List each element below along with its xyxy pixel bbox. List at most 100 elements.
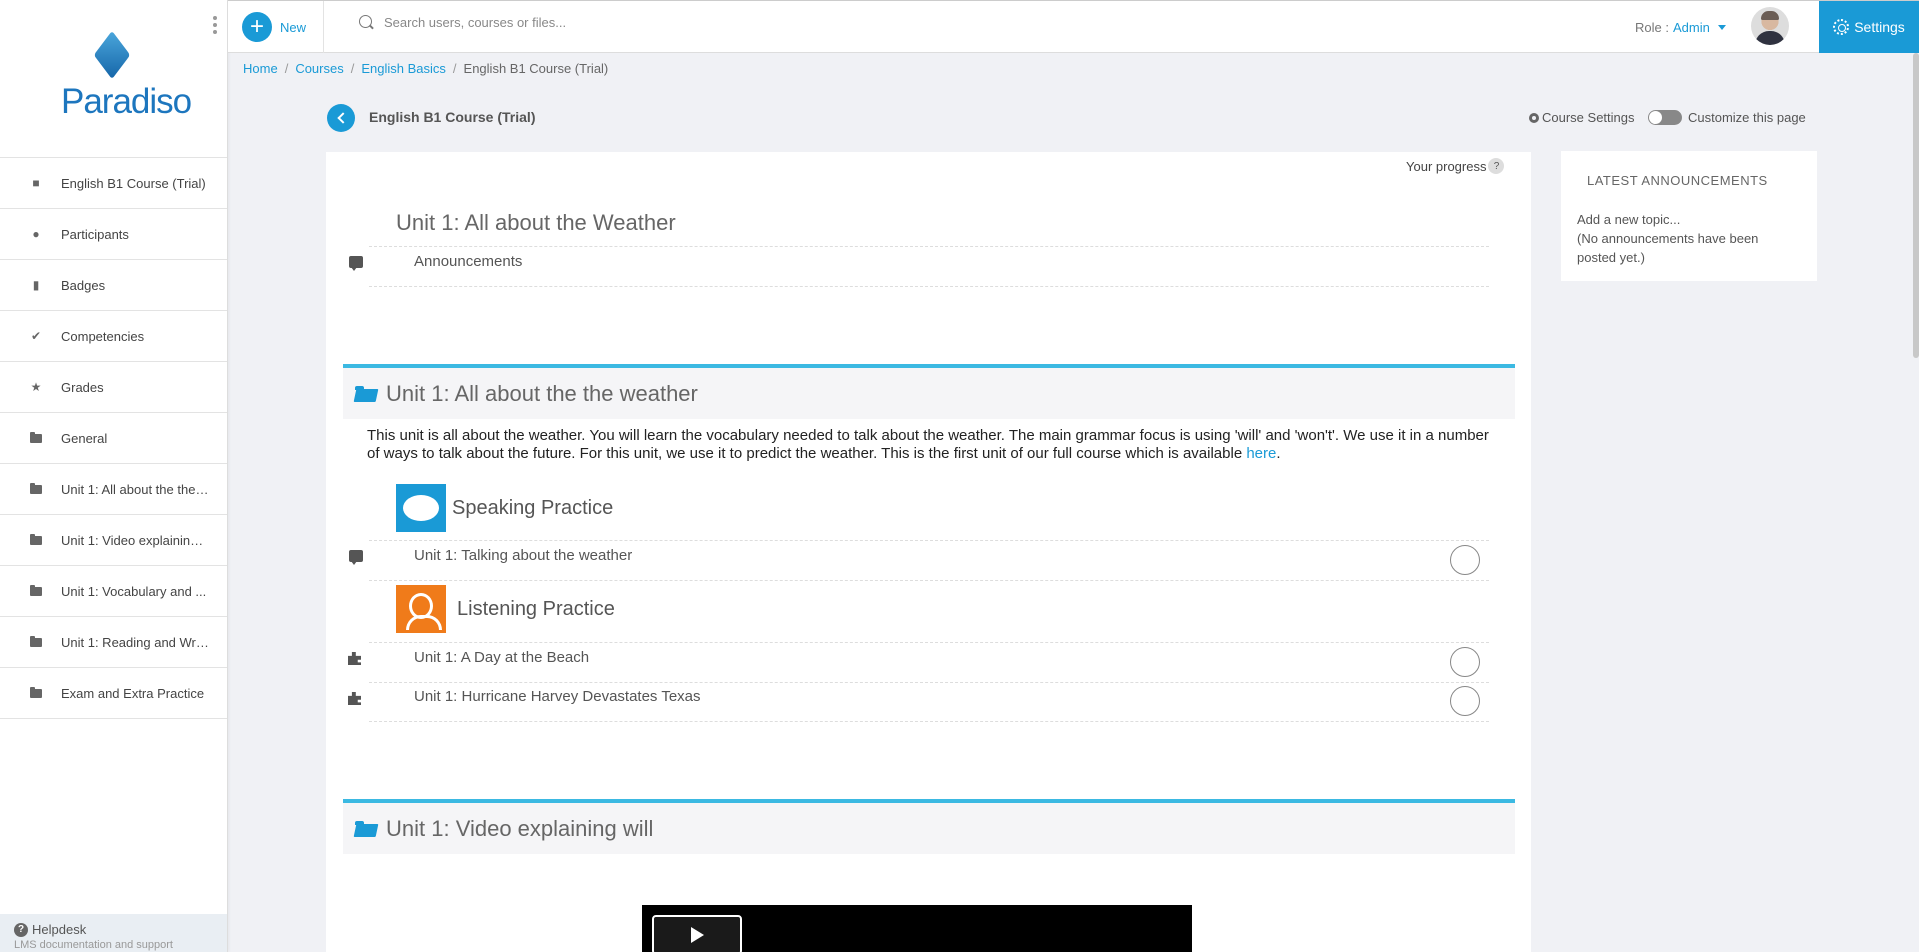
nav-item-exam[interactable]: Exam and Extra Practice xyxy=(0,668,227,719)
breadcrumb-current: English B1 Course (Trial) xyxy=(463,61,609,76)
announcements-heading: LATEST ANNOUNCEMENTS xyxy=(1587,173,1768,188)
role-switcher[interactable]: Role : Admin xyxy=(1635,20,1726,35)
nav-item-label: Grades xyxy=(61,379,104,395)
sidebar: Paradiso ■ English B1 Course (Trial) ● P… xyxy=(0,0,228,952)
nav-item-general[interactable]: General xyxy=(0,413,227,464)
chat-icon xyxy=(349,550,363,565)
nav-item-label: Participants xyxy=(61,226,129,242)
customize-label: Customize this page xyxy=(1688,110,1806,125)
users-icon: ● xyxy=(32,227,40,241)
nav-item-label: Unit 1: Video explaining ... xyxy=(61,532,209,548)
caret-down-icon xyxy=(1717,25,1726,30)
folder-open-icon xyxy=(355,820,377,837)
nav-item-participants[interactable]: ● Participants xyxy=(0,209,227,260)
logo-diamond-icon xyxy=(93,30,131,80)
folder-icon xyxy=(30,482,42,495)
top-bar: + New Role : Admin Settings xyxy=(228,0,1919,53)
nav-item-label: English B1 Course (Trial) xyxy=(61,175,206,191)
video-player[interactable] xyxy=(642,905,1192,952)
course-settings-link[interactable]: Course Settings xyxy=(1529,110,1635,125)
add-topic-link[interactable]: Add a new topic... xyxy=(1577,210,1801,229)
nav-item-unit1-video[interactable]: Unit 1: Video explaining ... xyxy=(0,515,227,566)
helpdesk[interactable]: ? Helpdesk LMS documentation and support xyxy=(0,914,227,952)
role-label: Role : xyxy=(1635,20,1669,35)
help-icon: ? xyxy=(14,922,28,937)
folder-icon xyxy=(30,584,42,597)
completion-checkbox[interactable] xyxy=(1450,545,1480,575)
settings-label: Settings xyxy=(1854,19,1905,35)
bookmark-icon: ▮ xyxy=(32,278,40,292)
section2-title: Unit 1: Video explaining will xyxy=(386,815,654,841)
divider xyxy=(369,580,1489,581)
plus-icon: + xyxy=(242,12,272,42)
activity-announcements[interactable]: Announcements xyxy=(414,253,522,270)
user-avatar[interactable] xyxy=(1751,7,1789,45)
nav-item-course[interactable]: ■ English B1 Course (Trial) xyxy=(0,158,227,209)
divider xyxy=(369,286,1489,287)
paradiso-logo[interactable]: Paradiso xyxy=(55,30,192,127)
gear-icon xyxy=(1529,112,1539,123)
progress-label: Your progress ? xyxy=(1406,158,1505,174)
role-value: Admin xyxy=(1672,20,1710,35)
settings-button[interactable]: Settings xyxy=(1819,1,1919,53)
section2-header: Unit 1: Video explaining will xyxy=(343,799,1515,854)
book-icon: ■ xyxy=(32,176,40,190)
course-nav: ■ English B1 Course (Trial) ● Participan… xyxy=(0,157,227,719)
divider xyxy=(369,540,1489,541)
sidebar-menu-icon[interactable] xyxy=(213,16,217,34)
help-icon[interactable]: ? xyxy=(1488,158,1505,174)
section1-summary: This unit is all about the weather. You … xyxy=(367,427,1489,462)
search-bar xyxy=(359,15,759,30)
breadcrumb: Home / Courses / English Basics / Englis… xyxy=(243,61,609,76)
section1-header: Unit 1: All about the the weather xyxy=(343,364,1515,419)
search-input[interactable] xyxy=(384,15,744,30)
helpdesk-subtitle: LMS documentation and support xyxy=(14,939,173,951)
nav-item-competencies[interactable]: ✔ Competencies xyxy=(0,311,227,362)
activity-day-at-beach[interactable]: Unit 1: A Day at the Beach xyxy=(414,649,589,666)
nav-item-unit1-vocabulary[interactable]: Unit 1: Vocabulary and ... xyxy=(0,566,227,617)
divider xyxy=(369,246,1489,247)
nav-item-badges[interactable]: ▮ Badges xyxy=(0,260,227,311)
divider xyxy=(369,682,1489,683)
check-circle-icon: ✔ xyxy=(30,329,42,343)
chat-icon xyxy=(349,256,363,271)
completion-checkbox[interactable] xyxy=(1450,647,1480,677)
divider xyxy=(369,642,1489,643)
scrollbar[interactable] xyxy=(1913,53,1919,358)
nav-item-unit1-reading[interactable]: Unit 1: Reading and Writ... xyxy=(0,617,227,668)
completion-checkbox[interactable] xyxy=(1450,686,1480,716)
summary-link-here[interactable]: here xyxy=(1246,445,1276,462)
course-settings-label: Course Settings xyxy=(1542,110,1635,125)
breadcrumb-category[interactable]: English Basics xyxy=(361,61,446,76)
customize-page: Customize this page xyxy=(1648,110,1806,125)
breadcrumb-courses[interactable]: Courses xyxy=(295,61,343,76)
nav-item-label: General xyxy=(61,430,108,446)
nav-item-label: Badges xyxy=(61,277,106,293)
logo-text: Paradiso xyxy=(61,82,192,121)
announcements-empty: (No announcements have been posted yet.) xyxy=(1577,231,1759,265)
activity-hurricane-harvey[interactable]: Unit 1: Hurricane Harvey Devastates Texa… xyxy=(414,688,701,705)
gear-icon xyxy=(1833,19,1850,35)
play-icon[interactable] xyxy=(652,915,742,952)
search-icon xyxy=(359,15,374,30)
section1-title: Unit 1: All about the the weather xyxy=(386,380,698,406)
listening-practice-label: Listening Practice xyxy=(396,585,615,633)
activity-talking-weather[interactable]: Unit 1: Talking about the weather xyxy=(414,547,632,564)
breadcrumb-home[interactable]: Home xyxy=(243,61,278,76)
speaking-practice-label: Speaking Practice xyxy=(396,484,613,532)
nav-item-unit1-weather[interactable]: Unit 1: All about the the ... xyxy=(0,464,227,515)
nav-item-label: Unit 1: Vocabulary and ... xyxy=(61,583,207,599)
helpdesk-label: Helpdesk xyxy=(32,922,87,937)
folder-open-icon xyxy=(355,385,377,402)
latest-announcements-block: LATEST ANNOUNCEMENTS Add a new topic... … xyxy=(1561,151,1817,281)
nav-item-label: Exam and Extra Practice xyxy=(61,685,205,701)
nav-item-grades[interactable]: ★ Grades xyxy=(0,362,227,413)
back-button[interactable] xyxy=(327,104,355,132)
divider xyxy=(323,1,324,53)
customize-toggle[interactable] xyxy=(1648,110,1682,125)
new-button-label: New xyxy=(280,19,307,35)
nav-item-label: Unit 1: Reading and Writ... xyxy=(61,634,209,650)
folder-icon xyxy=(30,533,42,546)
folder-icon xyxy=(30,431,42,444)
new-button[interactable]: + New xyxy=(242,12,306,42)
